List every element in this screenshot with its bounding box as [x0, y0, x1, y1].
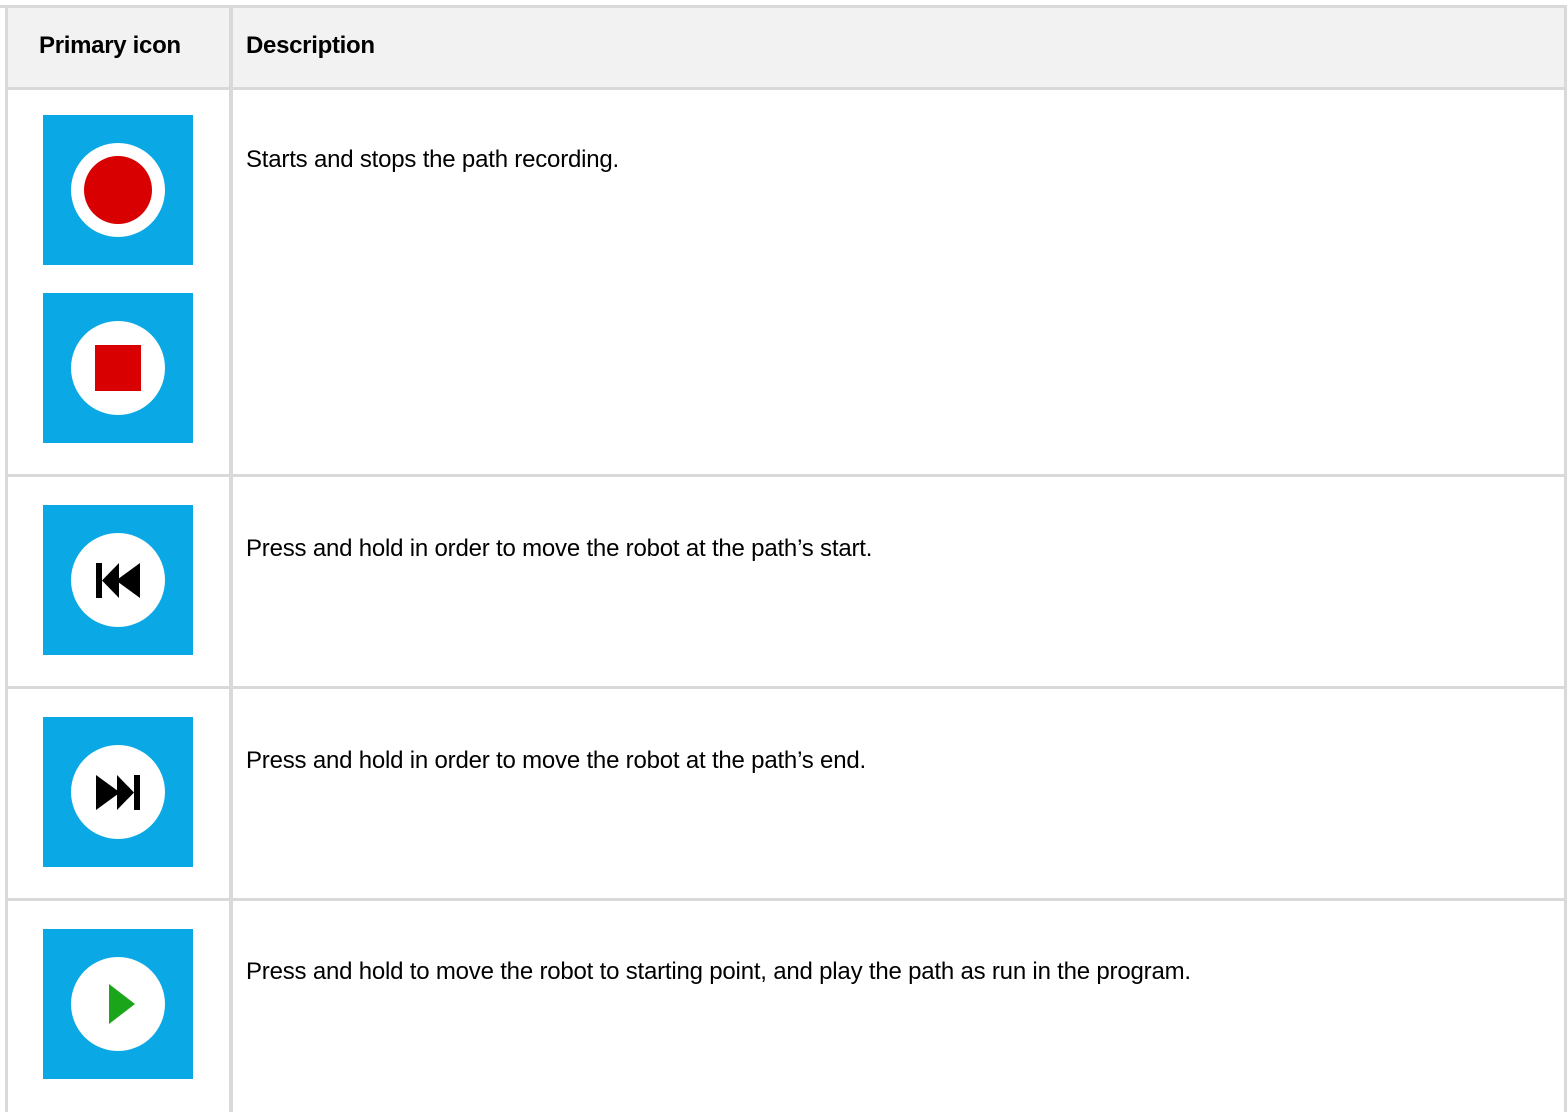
table-top-border: [0, 5, 1567, 8]
header-description: Description: [246, 32, 375, 59]
row-divider: [5, 686, 1567, 689]
stop-icon: [43, 293, 193, 443]
column-divider: [229, 5, 233, 1112]
play-icon: [43, 929, 193, 1079]
record-icon: [43, 115, 193, 265]
row-description: Starts and stops the path recording.: [246, 146, 620, 173]
row-divider: [5, 474, 1567, 477]
header-bottom-border: [5, 87, 1567, 90]
row-divider: [5, 898, 1567, 901]
header-primary-icon: Primary icon: [39, 32, 181, 59]
table-left-border: [5, 5, 8, 1112]
skip-to-end-icon: [43, 717, 193, 867]
skip-to-start-icon: [43, 505, 193, 655]
row-description: Press and hold to move the robot to star…: [246, 958, 1191, 985]
row-description: Press and hold in order to move the robo…: [246, 747, 866, 774]
row-description: Press and hold in order to move the robo…: [246, 535, 873, 562]
icon-description-table: Primary icon Description Starts and stop…: [0, 0, 1567, 1112]
table-header: [8, 8, 1567, 88]
